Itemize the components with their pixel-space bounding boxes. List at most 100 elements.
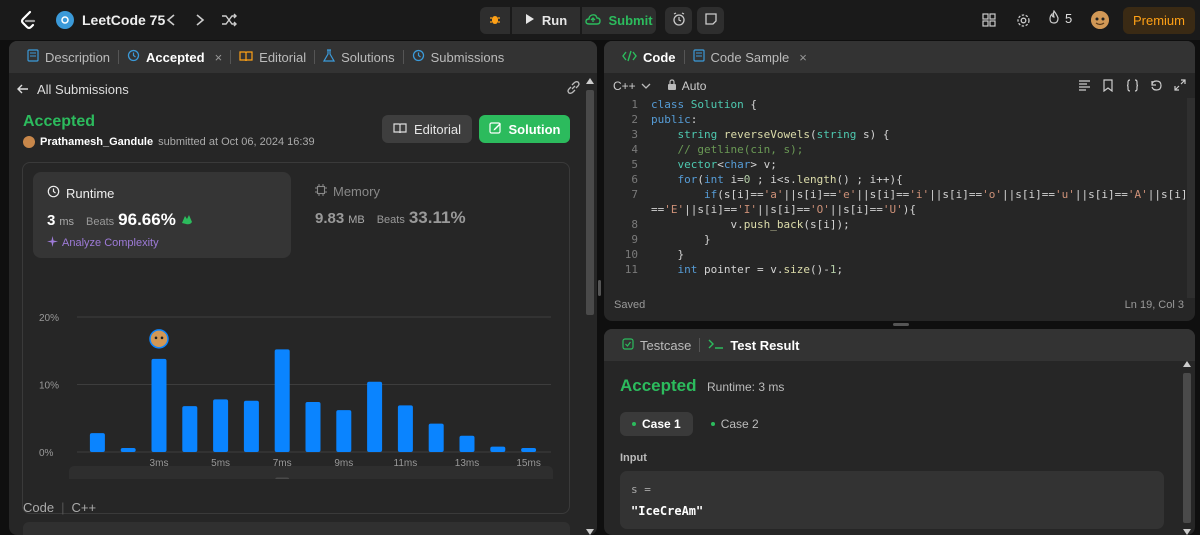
problem-list-selector[interactable]: LeetCode 75 [56, 8, 165, 32]
tab-code[interactable]: Code [614, 41, 684, 73]
test-panel-scrollbar[interactable] [1182, 361, 1192, 535]
debug-button[interactable] [480, 7, 510, 34]
chart-y-tick-label: 20% [39, 313, 59, 324]
chart-bar [243, 400, 259, 452]
lock-icon [667, 78, 677, 94]
prev-problem-chevron-left-icon[interactable] [161, 10, 181, 30]
vertical-resize-handle[interactable] [598, 280, 601, 296]
runtime-beats-label: Beats [86, 216, 115, 228]
tab-testcase[interactable]: Testcase [614, 329, 699, 361]
terminal-icon [708, 338, 724, 353]
scroll-up-arrow-icon[interactable] [1183, 361, 1191, 367]
note-icon [704, 12, 718, 29]
line-number: 8 [631, 218, 638, 231]
code-text: if(s[i]=='a'||s[i]=='e'||s[i]=='i'||s[i]… [703, 188, 1188, 201]
leetcode-logo-icon[interactable] [18, 10, 38, 30]
username-link[interactable]: Prathamesh_Gandule [40, 136, 153, 148]
play-icon [525, 13, 535, 28]
language-selector[interactable]: C++ [613, 79, 651, 93]
premium-button[interactable]: Premium [1123, 7, 1195, 34]
run-button[interactable]: Run [512, 7, 580, 34]
format-lines-icon[interactable] [1077, 78, 1091, 92]
runtime-distribution-chart[interactable]: 0%10%20%3ms5ms7ms9ms11ms13ms15ms3ms5ms7m… [35, 267, 555, 479]
scroll-thumb[interactable] [1183, 373, 1191, 523]
streak-counter[interactable]: 5 [1048, 9, 1072, 27]
link-icon[interactable] [566, 80, 581, 98]
runtime-unit: ms [59, 216, 75, 228]
avatar[interactable] [1091, 11, 1109, 29]
bookmark-icon[interactable] [1101, 78, 1115, 92]
next-problem-chevron-right-icon[interactable] [190, 10, 210, 30]
analyze-complexity-link[interactable]: Analyze Complexity [47, 236, 159, 250]
code-line: 1 class Solution { [604, 97, 1189, 112]
code-text: for(int i=0 ; i<s.length() ; i++){ [677, 173, 903, 186]
code-line: 3 string reverseVowels(string s) { [604, 127, 1189, 142]
tab-code-sample-label: Code Sample [710, 49, 790, 65]
tab-description-label: Description [45, 49, 111, 65]
layout-grid-icon[interactable] [979, 10, 999, 30]
chart-bar [397, 405, 413, 452]
tab-description[interactable]: Description [19, 41, 118, 73]
code-line: 9 } [604, 232, 1189, 247]
case-tab-1[interactable]: Case 1 [620, 412, 693, 436]
memory-card[interactable]: Memory 9.83 MB Beats 33.11% [315, 184, 466, 228]
submit-label: Submit [608, 13, 653, 28]
tab-submissions-label: Submissions [430, 49, 505, 65]
tab-editorial-label: Editorial [259, 49, 307, 65]
submitted-time: submitted at Oct 06, 2024 16:39 [158, 136, 315, 148]
scroll-up-arrow-icon[interactable] [586, 78, 594, 84]
scroll-down-arrow-icon[interactable] [586, 529, 594, 535]
scroll-thumb[interactable] [586, 90, 594, 315]
tab-solutions[interactable]: Solutions [315, 41, 402, 73]
close-icon[interactable]: × [215, 50, 223, 65]
submission-info: Prathamesh_Gandule submitted at Oct 06, … [23, 136, 315, 148]
case-label: Case 1 [642, 417, 681, 431]
tab-accepted[interactable]: Accepted × [119, 41, 230, 73]
code-line: 11 int pointer = v.size()-1; [604, 262, 1189, 277]
input-label: Input [620, 452, 647, 464]
left-panel-scrollbar[interactable] [586, 78, 594, 535]
tab-submissions[interactable]: Submissions [404, 41, 513, 73]
line-number: 1 [631, 98, 638, 111]
timer-button[interactable] [665, 7, 692, 34]
reset-icon[interactable] [1149, 78, 1163, 92]
submit-button[interactable]: Submit [582, 7, 656, 34]
notes-button[interactable] [697, 7, 724, 34]
submission-status: Accepted [23, 113, 96, 130]
chart-bar [336, 410, 352, 452]
back-to-submissions[interactable]: All Submissions [17, 78, 589, 100]
tab-code-sample[interactable]: Code Sample × [685, 41, 815, 73]
runtime-beats-value: 96.66% [118, 210, 176, 229]
solution-button[interactable]: Solution [479, 115, 570, 143]
code-text: class Solution { [651, 98, 757, 111]
tab-test-result[interactable]: Test Result [700, 329, 807, 361]
case-tab-2[interactable]: Case 2 [699, 412, 771, 436]
code-text: // getline(cin, s); [651, 143, 804, 156]
expand-icon[interactable] [1173, 78, 1187, 92]
case-label: Case 2 [720, 417, 759, 431]
test-tab-bar: Testcase Test Result [604, 329, 1195, 361]
shuffle-icon[interactable] [219, 10, 239, 30]
code-label: Code [23, 500, 55, 515]
tab-editorial[interactable]: Editorial [231, 41, 314, 73]
memory-beats-label: Beats [376, 214, 405, 226]
test-status: Accepted [620, 376, 697, 395]
chart-marker-eye [160, 336, 164, 340]
top-navbar: LeetCode 75 Run Submit 5 Premium [0, 0, 1200, 40]
horizontal-resize-handle[interactable] [893, 323, 909, 326]
close-icon[interactable]: × [799, 50, 807, 65]
code-text: =='E'||s[i]=='I'||s[i]=='O'||s[i]=='U'){ [651, 203, 916, 216]
scroll-down-arrow-icon[interactable] [1183, 529, 1191, 535]
gear-icon[interactable] [1013, 10, 1033, 30]
code-editor[interactable]: 1 class Solution { 2 public: 3 string reve… [604, 97, 1195, 287]
line-number: 2 [631, 113, 638, 126]
avatar[interactable] [23, 136, 35, 148]
auto-mode[interactable]: Auto [667, 78, 706, 94]
save-status: Saved [614, 299, 646, 311]
editor-scrollbar[interactable] [1187, 98, 1195, 298]
sparkle-icon [47, 236, 58, 250]
code-text: vector<char> v; [677, 158, 777, 171]
editorial-button[interactable]: Editorial [382, 115, 472, 143]
runtime-card[interactable]: Runtime 3 ms Beats 96.66% Analyze Comple… [33, 172, 291, 258]
curly-braces-icon[interactable] [1125, 78, 1139, 92]
